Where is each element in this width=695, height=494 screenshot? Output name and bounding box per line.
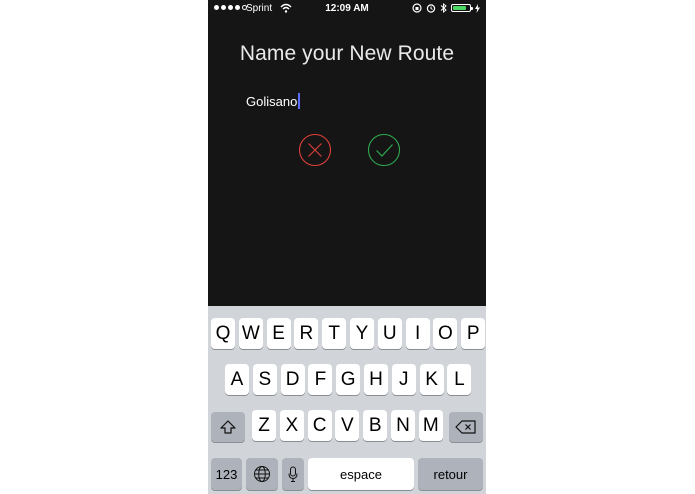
key-k[interactable]: K xyxy=(419,364,444,395)
key-a[interactable]: A xyxy=(225,364,249,395)
key-u[interactable]: U xyxy=(377,318,402,349)
cancel-button[interactable] xyxy=(298,133,332,167)
orientation-lock-icon xyxy=(412,3,422,13)
key-z[interactable]: Z xyxy=(252,410,276,441)
checkmark-icon xyxy=(367,133,401,167)
route-name-input[interactable]: Golisano xyxy=(246,90,446,112)
page-title: Name your New Route xyxy=(239,42,455,65)
backspace-icon xyxy=(455,420,476,434)
phone-screen: Sprint 12:09 AM Name your New Route Goli… xyxy=(208,0,486,494)
key-i[interactable]: I xyxy=(405,318,430,349)
delete-key[interactable] xyxy=(449,412,483,442)
route-name-value: Golisano xyxy=(246,93,298,109)
key-x[interactable]: X xyxy=(279,410,304,441)
confirm-button[interactable] xyxy=(367,133,401,167)
key-b[interactable]: B xyxy=(363,410,388,441)
return-key[interactable]: retour xyxy=(418,458,483,490)
charging-icon xyxy=(475,3,480,13)
key-v[interactable]: V xyxy=(335,410,360,441)
key-p[interactable]: P xyxy=(461,318,486,349)
key-r[interactable]: R xyxy=(294,318,319,349)
key-o[interactable]: O xyxy=(433,318,458,349)
key-l[interactable]: L xyxy=(447,364,472,395)
alarm-icon xyxy=(426,4,436,13)
key-g[interactable]: G xyxy=(336,364,361,395)
microphone-key[interactable] xyxy=(282,458,304,490)
cancel-x-icon xyxy=(298,133,332,167)
key-e[interactable]: E xyxy=(266,318,291,349)
keyboard: QWERTYUIOP ASDFGHJKL ZXCVBNM 123 espace … xyxy=(208,306,486,494)
key-s[interactable]: S xyxy=(252,364,277,395)
key-d[interactable]: D xyxy=(280,364,305,395)
space-key[interactable]: espace xyxy=(308,458,414,490)
key-c[interactable]: C xyxy=(307,410,332,441)
shift-key[interactable] xyxy=(211,412,245,442)
key-n[interactable]: N xyxy=(391,410,415,441)
key-t[interactable]: T xyxy=(322,318,347,349)
text-cursor xyxy=(298,93,301,109)
key-m[interactable]: M xyxy=(418,410,443,441)
key-j[interactable]: J xyxy=(391,364,416,395)
numbers-key[interactable]: 123 xyxy=(211,458,242,490)
bluetooth-icon xyxy=(440,3,447,13)
battery-icon xyxy=(451,4,473,12)
key-q[interactable]: Q xyxy=(211,318,235,349)
status-bar: Sprint 12:09 AM xyxy=(208,0,486,18)
globe-key[interactable] xyxy=(246,458,278,490)
key-w[interactable]: W xyxy=(238,318,263,349)
key-h[interactable]: H xyxy=(364,364,388,395)
key-f[interactable]: F xyxy=(308,364,333,395)
globe-icon xyxy=(254,466,270,482)
microphone-icon xyxy=(288,466,298,482)
key-y[interactable]: Y xyxy=(350,318,374,349)
shift-arrow-icon xyxy=(220,420,236,434)
